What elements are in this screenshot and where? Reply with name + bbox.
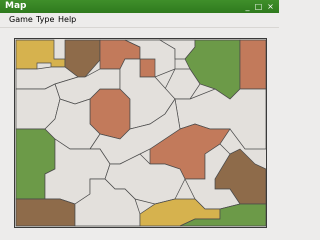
window-title: Map: [5, 1, 27, 11]
map-region-r7[interactable]: [239, 39, 266, 90]
map-board[interactable]: [14, 38, 267, 228]
close-button[interactable]: ×: [266, 2, 275, 11]
menu-help[interactable]: Help: [58, 13, 76, 27]
menu-bar: Game Type Help: [0, 13, 279, 28]
menu-type[interactable]: Type: [36, 13, 54, 27]
maximize-button[interactable]: □: [254, 2, 263, 11]
map-canvas[interactable]: [15, 39, 266, 227]
map-window: Map _ □ × Game Type Help: [0, 0, 279, 240]
map-region-r24[interactable]: [15, 198, 76, 227]
map-region-r8[interactable]: [139, 58, 156, 78]
map-region-r1[interactable]: [15, 39, 66, 70]
menu-game[interactable]: Game: [9, 13, 33, 27]
title-bar[interactable]: Map _ □ ×: [0, 0, 279, 13]
minimize-button[interactable]: _: [243, 2, 252, 11]
